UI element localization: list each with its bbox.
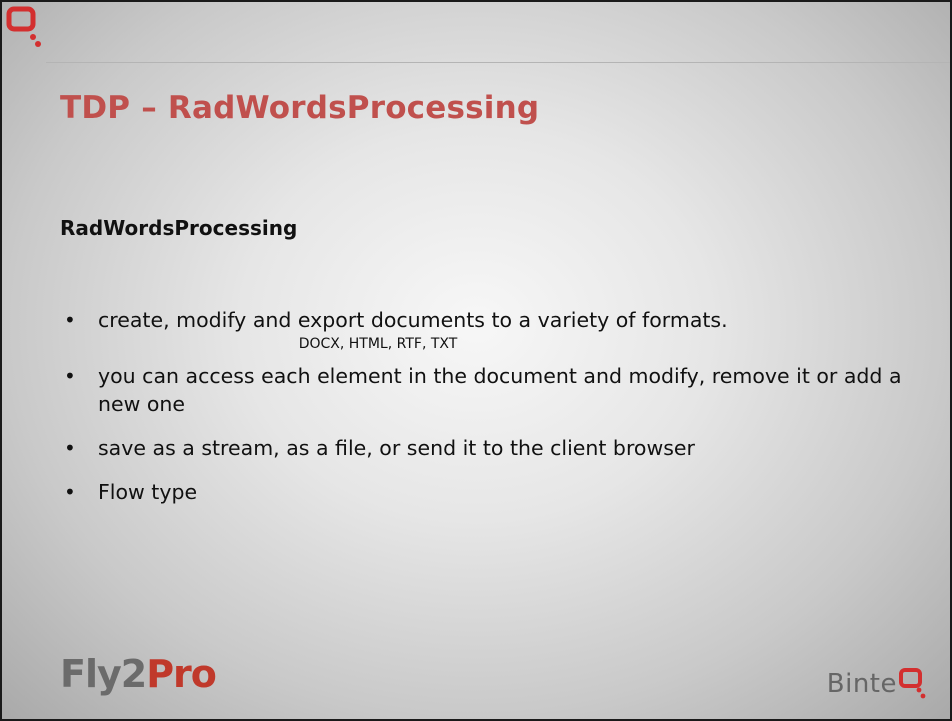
bullet-item: • save as a stream, as a file, or send i… — [64, 434, 944, 462]
bullet-text: save as a stream, as a file, or send it … — [98, 436, 695, 460]
fly2pro-logo-part1: Fly2 — [60, 652, 147, 696]
formats-line: DOCX, HTML, RTF, TXT — [298, 336, 458, 352]
fly2pro-logo-part2: Pro — [146, 652, 217, 696]
bullet-item: • create, modify and export documents to… — [64, 306, 944, 334]
slide-title: TDP – RadWordsProcessing — [60, 90, 540, 126]
bullet-dot: • — [64, 364, 76, 388]
binteq-q-icon — [899, 668, 926, 699]
header-divider — [46, 62, 950, 63]
slide-subheading: RadWordsProcessing — [60, 216, 298, 240]
binteq-logo-text: Binte — [826, 669, 897, 699]
bullet-text: Flow type — [98, 480, 198, 504]
bullet-item: • Flow type — [64, 478, 944, 506]
bullet-text: you can access each element in the docum… — [98, 364, 902, 416]
slide: TDP – RadWordsProcessing RadWordsProcess… — [0, 0, 952, 721]
fly2pro-logo: Fly2Pro — [60, 652, 217, 696]
binteq-q-icon — [6, 6, 41, 47]
bullet-dot: • — [64, 480, 76, 504]
bullet-text: create, modify and export documents to a… — [98, 308, 728, 332]
bullet-dot: • — [64, 436, 76, 460]
bullet-list: • create, modify and export documents to… — [64, 306, 944, 506]
binteq-logo: Binte — [827, 665, 926, 699]
bullet-item: • you can access each element in the doc… — [64, 362, 944, 418]
bullet-dot: • — [64, 308, 76, 332]
